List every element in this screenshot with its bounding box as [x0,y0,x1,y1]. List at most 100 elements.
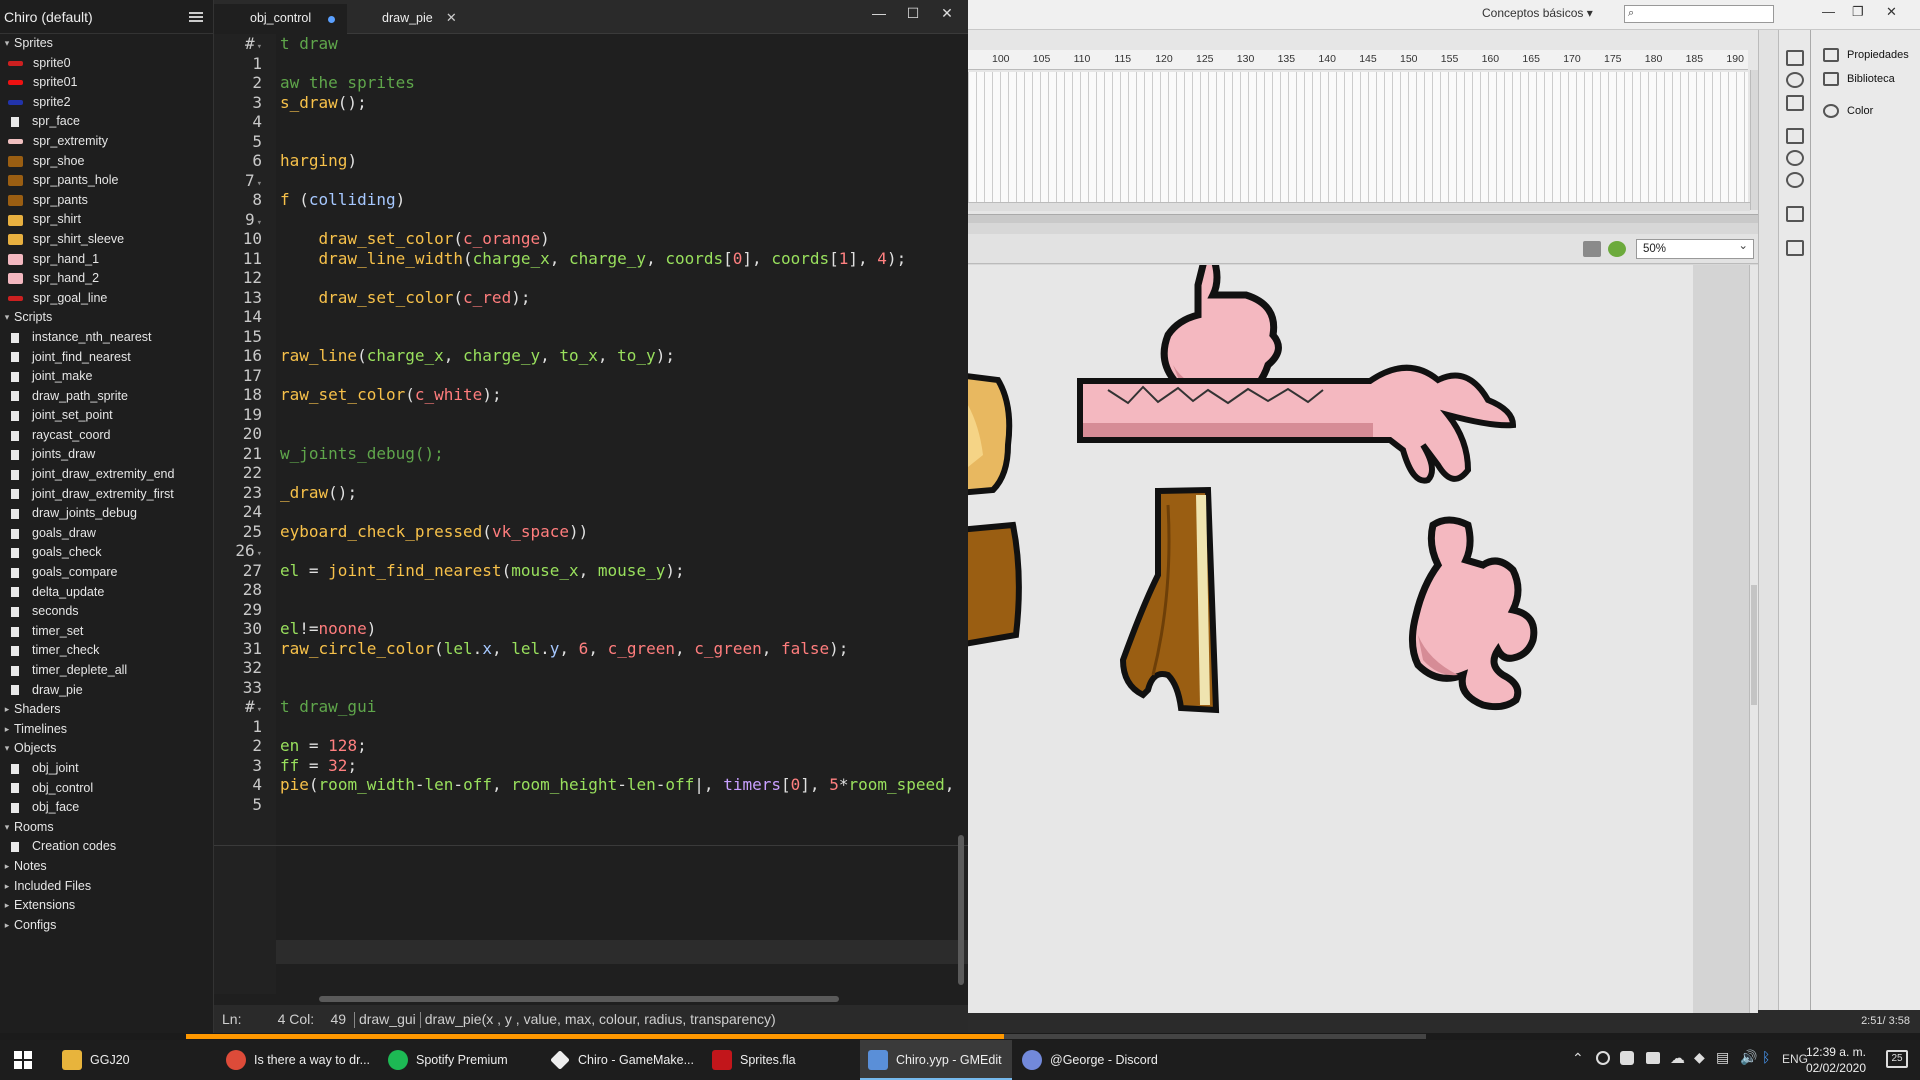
minimize-button[interactable]: — [864,5,894,21]
tree-group-objects[interactable]: ▾ Objects [0,739,213,759]
taskbar-item-spotify[interactable]: Spotify Premium [380,1040,540,1080]
tree-item-joint_find_nearest[interactable]: joint_find_nearest [0,348,213,368]
vertical-scrollbar[interactable] [958,835,964,985]
tree-item-spr_extremity[interactable]: spr_extremity [0,132,213,152]
code-area[interactable]: t draw aw the sprites s_draw(); harging)… [280,34,970,994]
chevron-down-icon[interactable]: ▾ [0,739,14,759]
tree-item-sprite2[interactable]: sprite2 [0,93,213,113]
chevron-right-icon[interactable]: ▸ [0,720,14,740]
volume-icon[interactable]: 🔊 [1740,1049,1757,1066]
tree-item-goals_check[interactable]: goals_check [0,543,213,563]
chevron-right-icon[interactable]: ▸ [0,916,14,936]
close-window-button[interactable]: ✕ [1886,4,1897,20]
tree-item-obj_joint[interactable]: obj_joint [0,759,213,779]
stage-area[interactable] [968,265,1758,1013]
tray-app-icon[interactable] [1596,1051,1610,1065]
windows-start-icon[interactable] [14,1051,32,1069]
chevron-right-icon[interactable]: ▸ [0,877,14,897]
timeline-scrollbar[interactable] [968,202,1750,211]
tree-item-joint_draw_extremity_end[interactable]: joint_draw_extremity_end [0,465,213,485]
hamburger-menu-icon[interactable] [189,11,203,22]
tree-item-instance_nth_nearest[interactable]: instance_nth_nearest [0,328,213,348]
horizontal-scrollbar[interactable] [319,996,839,1002]
tray-chevron-icon[interactable]: ⌃ [1572,1050,1584,1067]
workspace-dropdown[interactable]: Conceptos básicos ▾ [1482,6,1593,20]
language-indicator[interactable]: ENG [1782,1052,1808,1066]
chevron-right-icon[interactable]: ▸ [0,896,14,916]
tree-group-notes[interactable]: ▸ Notes [0,857,213,877]
panel-grip[interactable] [968,215,1758,223]
taskbar-item-gmedit[interactable]: Chiro.yyp - GMEdit [860,1040,1012,1080]
stage-vscroll-thumb[interactable] [1751,585,1757,705]
tree-group-shaders[interactable]: ▸ Shaders [0,700,213,720]
battery-icon[interactable] [1646,1052,1660,1064]
frame-grid[interactable] [968,72,1748,202]
tree-item-raycast_coord[interactable]: raycast_coord [0,426,213,446]
tree-item-spr_hand_1[interactable]: spr_hand_1 [0,250,213,270]
clock[interactable]: 12:39 a. m. 02/02/2020 [1806,1044,1866,1076]
tree-group-sprites[interactable]: ▾ Sprites [0,34,213,54]
maximize-button[interactable]: ☐ [898,5,928,22]
motion-presets-icon[interactable] [1786,172,1804,188]
transform-icon[interactable] [1786,95,1804,111]
tree-item-obj_face[interactable]: obj_face [0,798,213,818]
tree-item-sprite01[interactable]: sprite01 [0,73,213,93]
chevron-right-icon[interactable]: ▸ [0,857,14,877]
edit-scene-icon[interactable] [1583,241,1601,257]
tree-item-joint_draw_extremity_first[interactable]: joint_draw_extremity_first [0,485,213,505]
taskbar-item-discord[interactable]: @George - Discord [1014,1040,1174,1080]
taskbar-item-chrome[interactable]: Is there a way to dr... [218,1040,378,1080]
tree-item-obj_control[interactable]: obj_control [0,779,213,799]
align-icon[interactable] [1786,50,1804,66]
tree-item-spr_face[interactable]: spr_face [0,112,213,132]
code-snippets-icon[interactable] [1786,128,1804,144]
panel-library[interactable]: Biblioteca [1811,66,1920,92]
close-tab-icon[interactable]: ✕ [446,4,457,32]
tray-app-icon[interactable] [1620,1051,1634,1065]
tree-item-spr_shirt[interactable]: spr_shirt [0,210,213,230]
tree-item-joint_set_point[interactable]: joint_set_point [0,406,213,426]
tree-item-goals_draw[interactable]: goals_draw [0,524,213,544]
taskbar-item-ggj20[interactable]: GGJ20 [54,1040,216,1080]
timeline-vscroll[interactable] [1750,70,1758,210]
tree-group-scripts[interactable]: ▾ Scripts [0,308,213,328]
notifications-icon[interactable]: 25 [1886,1050,1908,1068]
restore-button[interactable]: ❐ [1852,4,1864,20]
tree-item-spr_pants[interactable]: spr_pants [0,191,213,211]
onedrive-icon[interactable]: ☁ [1670,1049,1685,1067]
zoom-select[interactable]: 50% [1636,237,1754,259]
chevron-down-icon[interactable]: ▾ [0,818,14,838]
tree-item-joints_draw[interactable]: joints_draw [0,445,213,465]
tree-item-goals_compare[interactable]: goals_compare [0,563,213,583]
minimize-button[interactable]: — [1822,4,1835,19]
tree-item-creation-codes[interactable]: Creation codes [0,837,213,857]
tree-item-timer_deplete_all[interactable]: timer_deplete_all [0,661,213,681]
tree-item-timer_check[interactable]: timer_check [0,641,213,661]
tree-item-sprite0[interactable]: sprite0 [0,54,213,74]
tree-item-spr_hand_2[interactable]: spr_hand_2 [0,269,213,289]
tree-item-joint_make[interactable]: joint_make [0,367,213,387]
components-icon[interactable] [1786,150,1804,166]
taskbar-item-gamemaker[interactable]: Chiro - GameMake... [542,1040,702,1080]
dropbox-icon[interactable]: ◆ [1694,1049,1705,1066]
taskbar-item-animate[interactable]: Sprites.fla [704,1040,864,1080]
tree-item-spr_pants_hole[interactable]: spr_pants_hole [0,171,213,191]
tree-group-timelines[interactable]: ▸ Timelines [0,720,213,740]
tree-item-draw_pie[interactable]: draw_pie [0,681,213,701]
history-icon[interactable] [1786,240,1804,256]
tree-group-extensions[interactable]: ▸ Extensions [0,896,213,916]
panel-properties[interactable]: Propiedades [1811,42,1920,68]
chevron-right-icon[interactable]: ▸ [0,700,14,720]
tab-draw-pie[interactable]: draw_pie ✕ [346,4,469,34]
chevron-down-icon[interactable]: ▾ [0,34,14,54]
tree-item-timer_set[interactable]: timer_set [0,622,213,642]
tree-item-draw_path_sprite[interactable]: draw_path_sprite [0,387,213,407]
tree-item-delta_update[interactable]: delta_update [0,583,213,603]
tree-item-draw_joints_debug[interactable]: draw_joints_debug [0,504,213,524]
tab-obj-control[interactable]: obj_control [214,4,348,34]
tree-item-spr_shoe[interactable]: spr_shoe [0,152,213,172]
bluetooth-icon[interactable]: ᛒ [1762,1049,1770,1065]
network-icon[interactable]: ▤ [1716,1049,1729,1066]
chevron-down-icon[interactable]: ▾ [0,308,14,328]
tree-group-configs[interactable]: ▸ Configs [0,916,213,936]
